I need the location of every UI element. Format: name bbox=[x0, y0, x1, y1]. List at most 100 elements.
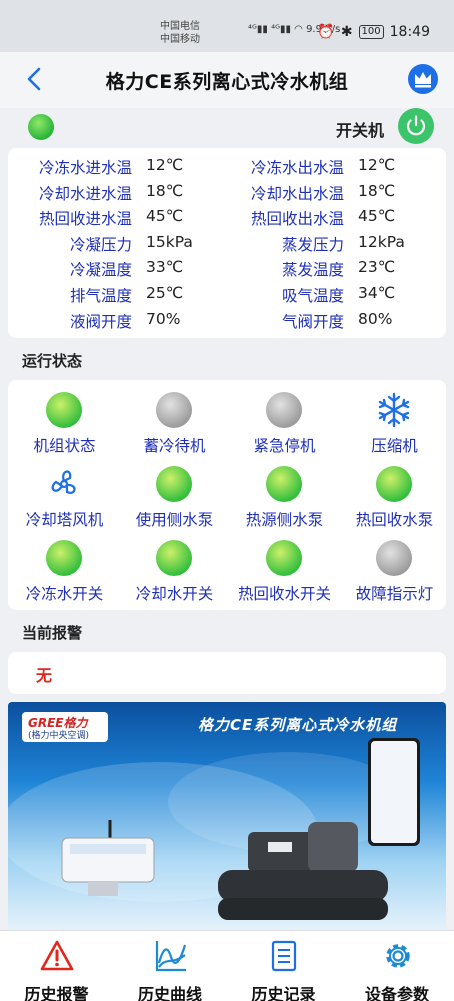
parameter-row: 冷凝温度 33℃ 蒸发温度 23℃ bbox=[8, 258, 446, 284]
status-light bbox=[376, 540, 412, 576]
bottom-navigation: 历史报警 历史曲线 历史记录 设备参数 bbox=[0, 930, 454, 1001]
status-label: 热源侧水泵 bbox=[245, 511, 324, 529]
run-status-card: 机组状态 蓄冷待机 紧急停机 压缩机 冷却塔风机 使用侧水泵 热源侧水泵 热回收水泵 冷冻水开关… bbox=[8, 380, 446, 610]
status-light bbox=[156, 392, 192, 428]
parameter-label: 吸气温度 bbox=[281, 287, 344, 305]
alarm-card: 无 bbox=[8, 652, 446, 694]
status-label: 蓄冷待机 bbox=[143, 437, 206, 455]
brand-sub: (格力中央空调) bbox=[28, 731, 90, 741]
page-title: 格力CE系列离心式冷水机组 bbox=[105, 70, 349, 93]
parameter-value: 18℃ bbox=[146, 181, 184, 200]
nav-item-1[interactable]: 历史报警 bbox=[0, 937, 113, 1001]
power-label: 开关机 bbox=[335, 121, 384, 140]
parameter-card: 冷冻水进水温 12℃ 冷冻水出水温 12℃ 冷却水进水温 18℃ 冷却水出水温 18℃ 热回收进… bbox=[8, 148, 446, 338]
status-item: 冷却水开关 bbox=[118, 538, 231, 603]
gear-icon bbox=[381, 939, 415, 973]
parameter-value: 33℃ bbox=[146, 258, 184, 277]
status-label: 使用侧水泵 bbox=[135, 511, 214, 529]
record-list-icon bbox=[267, 939, 301, 973]
carrier-line2: 中国移动 bbox=[160, 34, 200, 45]
parameter-value: 80% bbox=[358, 309, 393, 328]
clock-time: 18:49 bbox=[389, 24, 430, 40]
system-status-bar: 中国电信 中国移动 ⁴ᴳ▮▮ ⁴ᴳ▮▮ ◠ 9.9 K/s ⏰ ✱ 100 18… bbox=[0, 0, 454, 52]
parameter-label: 冷却水出水温 bbox=[250, 184, 344, 203]
gateway-device-image bbox=[61, 820, 155, 896]
status-label: 冷却塔风机 bbox=[25, 511, 104, 529]
status-item: 蓄冷待机 bbox=[118, 390, 231, 455]
parameter-label: 热回收出水温 bbox=[250, 210, 344, 229]
parameter-value: 12℃ bbox=[358, 156, 396, 174]
nav-item-2[interactable]: 历史曲线 bbox=[114, 937, 227, 1001]
parameter-row: 冷却水进水温 18℃ 冷却水出水温 18℃ bbox=[8, 182, 446, 208]
alarm-clock-icon: ⏰ bbox=[317, 24, 335, 40]
parameter-label: 液阀开度 bbox=[69, 312, 132, 331]
bluetooth-icon: ✱ bbox=[340, 24, 353, 40]
parameter-row: 冷凝压力 15kPa 蒸发压力 12kPa bbox=[8, 233, 446, 259]
parameter-label: 冷却水进水温 bbox=[38, 184, 132, 203]
status-label: 故障指示灯 bbox=[355, 585, 434, 603]
parameter-label: 冷凝温度 bbox=[69, 261, 132, 280]
status-label: 热回收水泵 bbox=[355, 511, 434, 529]
gree-logo: GREE格力 (格力中央空调) bbox=[22, 712, 108, 742]
status-item: 机组状态 bbox=[8, 390, 121, 455]
nav-item-3[interactable]: 历史记录 bbox=[227, 937, 340, 1001]
status-light bbox=[46, 392, 82, 428]
parameter-value: 12kPa bbox=[358, 232, 405, 251]
carrier-line1: 中国电信 bbox=[160, 21, 200, 32]
alarm-value: 无 bbox=[36, 666, 53, 685]
parameter-label: 气阀开度 bbox=[281, 312, 344, 331]
parameter-label: 冷冻水进水温 bbox=[38, 159, 132, 177]
nav-label: 历史记录 bbox=[251, 985, 316, 1001]
app-header: 格力CE系列离心式冷水机组 bbox=[0, 52, 454, 108]
parameter-value: 70% bbox=[146, 309, 181, 328]
parameter-row: 液阀开度 70% 气阀开度 80% bbox=[8, 310, 446, 336]
status-item: 压缩机 bbox=[338, 390, 451, 455]
back-arrow-icon[interactable] bbox=[22, 66, 48, 92]
status-label: 机组状态 bbox=[33, 437, 96, 455]
power-button[interactable] bbox=[398, 108, 434, 144]
status-light bbox=[266, 540, 302, 576]
status-item: 热回收水开关 bbox=[228, 538, 341, 603]
parameter-value: 25℃ bbox=[146, 284, 184, 302]
status-item: 故障指示灯 bbox=[338, 538, 451, 603]
alarm-title: 当前报警 bbox=[22, 624, 83, 642]
parameter-value: 23℃ bbox=[358, 258, 396, 277]
status-item: 使用侧水泵 bbox=[118, 464, 231, 529]
parameter-value: 15kPa bbox=[146, 232, 193, 251]
parameter-label: 冷冻水出水温 bbox=[250, 159, 344, 177]
parameter-value: 45℃ bbox=[146, 207, 184, 226]
status-item: 紧急停机 bbox=[228, 390, 341, 455]
status-light bbox=[266, 392, 302, 428]
parameter-label: 蒸发压力 bbox=[281, 235, 344, 254]
unit-status-led bbox=[28, 114, 54, 140]
status-item: 冷冻水开关 bbox=[8, 538, 121, 603]
parameter-row: 热回收进水温 45℃ 热回收出水温 45℃ bbox=[8, 207, 446, 233]
phone-preview-image bbox=[368, 738, 420, 846]
snowflake-icon bbox=[376, 392, 412, 428]
parameter-label: 蒸发温度 bbox=[281, 261, 344, 280]
status-label: 热回收水开关 bbox=[237, 585, 331, 603]
battery-icon: 100 bbox=[358, 25, 384, 39]
status-light bbox=[266, 466, 302, 502]
power-icon bbox=[406, 115, 426, 136]
banner-title: 格力CE系列离心式冷水机组 bbox=[198, 716, 398, 734]
parameter-label: 冷凝压力 bbox=[69, 235, 132, 254]
parameter-value: 45℃ bbox=[358, 207, 396, 226]
fan-icon bbox=[46, 466, 82, 502]
run-status-title: 运行状态 bbox=[22, 352, 83, 370]
parameter-label: 热回收进水温 bbox=[38, 210, 132, 229]
status-item: 热回收水泵 bbox=[338, 464, 451, 529]
signal-icon: ⁴ᴳ▮▮ ⁴ᴳ▮▮ ◠ bbox=[248, 24, 303, 35]
nav-label: 设备参数 bbox=[364, 985, 429, 1001]
nav-label: 历史曲线 bbox=[137, 985, 202, 1001]
nav-item-4[interactable]: 设备参数 bbox=[341, 937, 454, 1001]
parameter-row: 排气温度 25℃ 吸气温度 34℃ bbox=[8, 284, 446, 310]
parameter-row: 冷冻水进水温 12℃ 冷冻水出水温 12℃ bbox=[8, 156, 446, 182]
status-right: ⏰ ✱ 100 18:49 bbox=[317, 24, 430, 40]
crown-icon[interactable] bbox=[408, 64, 438, 94]
alarm-warning-icon bbox=[40, 939, 74, 973]
parameter-value: 12℃ bbox=[146, 156, 184, 174]
parameter-label: 排气温度 bbox=[69, 287, 132, 305]
status-light bbox=[156, 540, 192, 576]
status-light bbox=[156, 466, 192, 502]
